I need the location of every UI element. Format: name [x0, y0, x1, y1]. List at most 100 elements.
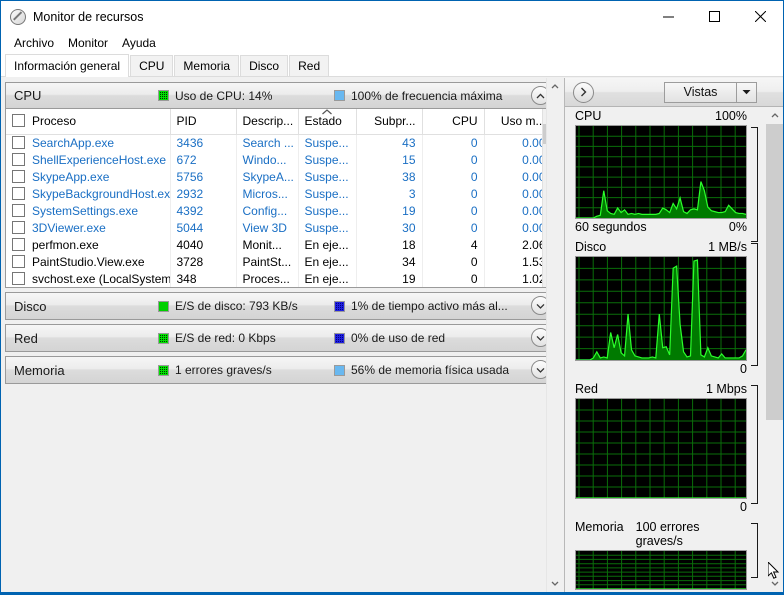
row-checkbox[interactable] — [12, 237, 25, 251]
cell-cpu: 0 — [422, 151, 485, 168]
app-icon — [10, 8, 26, 25]
menu-monitor[interactable]: Monitor — [61, 34, 115, 52]
section-red-stat-io: E/S de red: 0 Kbps — [158, 331, 276, 345]
table-row[interactable]: SkypeBackgroundHost.exe 2932 Micros... Susp… — [6, 185, 553, 202]
graph-cpu-scale-bracket — [751, 127, 758, 242]
column-label-estado: Estado — [304, 114, 342, 129]
graph-cpu-min-label: 0% — [728, 220, 747, 234]
cell-descripcion: Proces... — [236, 270, 299, 287]
left-pane-scrollbar[interactable] — [546, 78, 562, 592]
cell-cpu: 0 — [422, 168, 485, 185]
column-header-cpu[interactable]: CPU — [422, 109, 485, 135]
menu-ayuda[interactable]: Ayuda — [115, 34, 163, 52]
section-cpu-header[interactable]: CPU Uso de CPU: 14% 100% de frecuencia m… — [6, 83, 557, 109]
column-header-descripcion[interactable]: Descrip... — [236, 109, 299, 135]
tab-memoria[interactable]: Memoria — [174, 55, 240, 76]
column-header-estado[interactable]: Estado — [298, 109, 357, 135]
column-header-pid[interactable]: PID — [170, 109, 237, 135]
cpu-frequency-color-swatch — [334, 90, 345, 101]
row-checkbox[interactable] — [12, 152, 25, 166]
graph-memoria-max-label: 100 errores graves/s — [635, 520, 700, 548]
row-checkbox[interactable] — [12, 220, 25, 234]
row-checkbox[interactable] — [12, 135, 25, 149]
column-header-proceso[interactable]: Proceso — [6, 109, 171, 135]
right-pane-scrollbar[interactable] — [766, 107, 783, 592]
graph-cpu: CPU 100% 60 segundos 0% — [575, 107, 766, 242]
graph-red-max-label: 1 Mbps — [706, 382, 747, 396]
table-row[interactable]: ShellExperienceHost.exe 672 Windo... Suspe.… — [6, 151, 553, 168]
chevron-down-icon — [551, 581, 558, 586]
table-row[interactable]: SystemSettings.exe 4392 Config... Suspe... 1… — [6, 202, 553, 219]
left-pane-scroll-up-button[interactable] — [547, 78, 562, 95]
right-pane-scroll-thumb[interactable] — [766, 124, 783, 420]
select-all-checkbox[interactable] — [12, 114, 25, 128]
cell-descripcion: Windo... — [236, 151, 299, 168]
tab-red[interactable]: Red — [289, 55, 330, 76]
disco-io-color-swatch — [158, 300, 169, 312]
maximize-button[interactable] — [691, 1, 737, 32]
section-disco-header[interactable]: Disco E/S de disco: 793 KB/s 1% de tiemp… — [6, 293, 557, 319]
cell-cpu: 0 — [422, 134, 485, 151]
cpu-usage-color-swatch — [158, 90, 169, 101]
section-memoria-header[interactable]: Memoria 1 errores graves/s 56% de memori… — [6, 357, 557, 383]
resource-monitor-window: Monitor de recursos Archivo Monitor Ayud… — [0, 0, 784, 595]
disco-io-text: E/S de disco: 793 KB/s — [175, 299, 298, 313]
table-row[interactable]: SkypeApp.exe 5756 SkypeA... Suspe... 38 0 0.00 — [6, 168, 553, 185]
menu-bar: Archivo Monitor Ayuda — [1, 32, 783, 53]
table-row[interactable]: SearchApp.exe 3436 Search ... Suspe... 43 0 0.… — [6, 134, 553, 151]
section-memoria-stat-physical: 56% de memoria física usada — [334, 363, 509, 377]
graph-red-footer: 0 — [575, 499, 747, 515]
row-checkbox[interactable] — [12, 254, 25, 268]
cell-proceso: perfmon.exe — [6, 236, 171, 253]
cell-pid: 5044 — [170, 219, 237, 236]
cell-estado: Suspe... — [298, 219, 357, 236]
graph-cpu-plot[interactable] — [575, 125, 747, 219]
table-row[interactable]: 3DViewer.exe 5044 View 3D Suspe... 30 0 0.00 — [6, 219, 553, 236]
graph-memoria-plot[interactable] — [575, 550, 747, 590]
section-cpu-title: CPU — [14, 88, 42, 103]
tab-cpu[interactable]: CPU — [130, 55, 174, 76]
red-io-color-swatch — [158, 332, 169, 344]
cell-proceso: SkypeBackgroundHost.exe — [6, 185, 171, 202]
left-pane-scroll-down-button[interactable] — [547, 575, 562, 592]
graph-red-plot[interactable] — [575, 398, 747, 499]
row-checkbox[interactable] — [12, 169, 25, 183]
views-dropdown[interactable]: Vistas — [664, 81, 757, 103]
menu-archivo[interactable]: Archivo — [7, 34, 61, 52]
table-row[interactable]: perfmon.exe 4040 Monit... En eje... 18 4 2.06 — [6, 236, 553, 253]
graph-memoria-header: Memoria 100 errores graves/s — [575, 518, 747, 550]
cell-proceso: PaintStudio.View.exe — [6, 253, 171, 270]
column-header-subprocesos[interactable]: Subpr... — [356, 109, 423, 135]
section-cpu: CPU Uso de CPU: 14% 100% de frecuencia m… — [5, 82, 558, 288]
graph-disco-plot[interactable] — [575, 256, 747, 361]
table-row[interactable]: svchost.exe (LocalSystemNet...348Proces.… — [6, 270, 553, 287]
table-row[interactable]: PaintStudio.View.exe 3728 PaintSt... En eje… — [6, 253, 553, 270]
graph-cpu-time-label: 60 segundos — [575, 220, 647, 234]
column-label-proceso: Proceso — [32, 114, 77, 129]
tab-informacion-general[interactable]: Información general — [5, 54, 130, 77]
row-checkbox[interactable] — [12, 203, 25, 217]
chevron-down-icon — [771, 581, 778, 586]
graph-red: Red 1 Mbps 0 — [575, 380, 766, 515]
cpu-usage-text: Uso de CPU: 14% — [175, 88, 273, 103]
tab-disco[interactable]: Disco — [240, 55, 289, 76]
cell-pid: 3436 — [170, 134, 237, 151]
section-red-header[interactable]: Red E/S de red: 0 Kbps 0% de uso de red — [6, 325, 557, 351]
row-checkbox[interactable] — [12, 186, 25, 200]
row-checkbox[interactable] — [12, 271, 25, 285]
minimize-button[interactable] — [645, 1, 691, 32]
views-dropdown-arrow[interactable] — [736, 82, 756, 102]
red-usage-color-swatch — [334, 332, 345, 344]
cell-cpu: 0 — [422, 253, 485, 270]
cell-pid: 348 — [170, 270, 237, 287]
section-cpu-stat-frequency: 100% de frecuencia máxima — [334, 89, 502, 103]
close-button[interactable] — [737, 1, 783, 32]
panel-expand-button[interactable] — [573, 81, 594, 103]
right-pane-scroll-up-button[interactable] — [766, 107, 783, 124]
cell-descripcion: SkypeA... — [236, 168, 299, 185]
cell-estado: Suspe... — [298, 168, 357, 185]
right-pane-scroll-down-button[interactable] — [766, 575, 783, 592]
graph-cpu-max-label: 100% — [715, 109, 747, 123]
cell-estado: En eje... — [298, 270, 357, 287]
chevron-up-icon — [771, 113, 778, 118]
